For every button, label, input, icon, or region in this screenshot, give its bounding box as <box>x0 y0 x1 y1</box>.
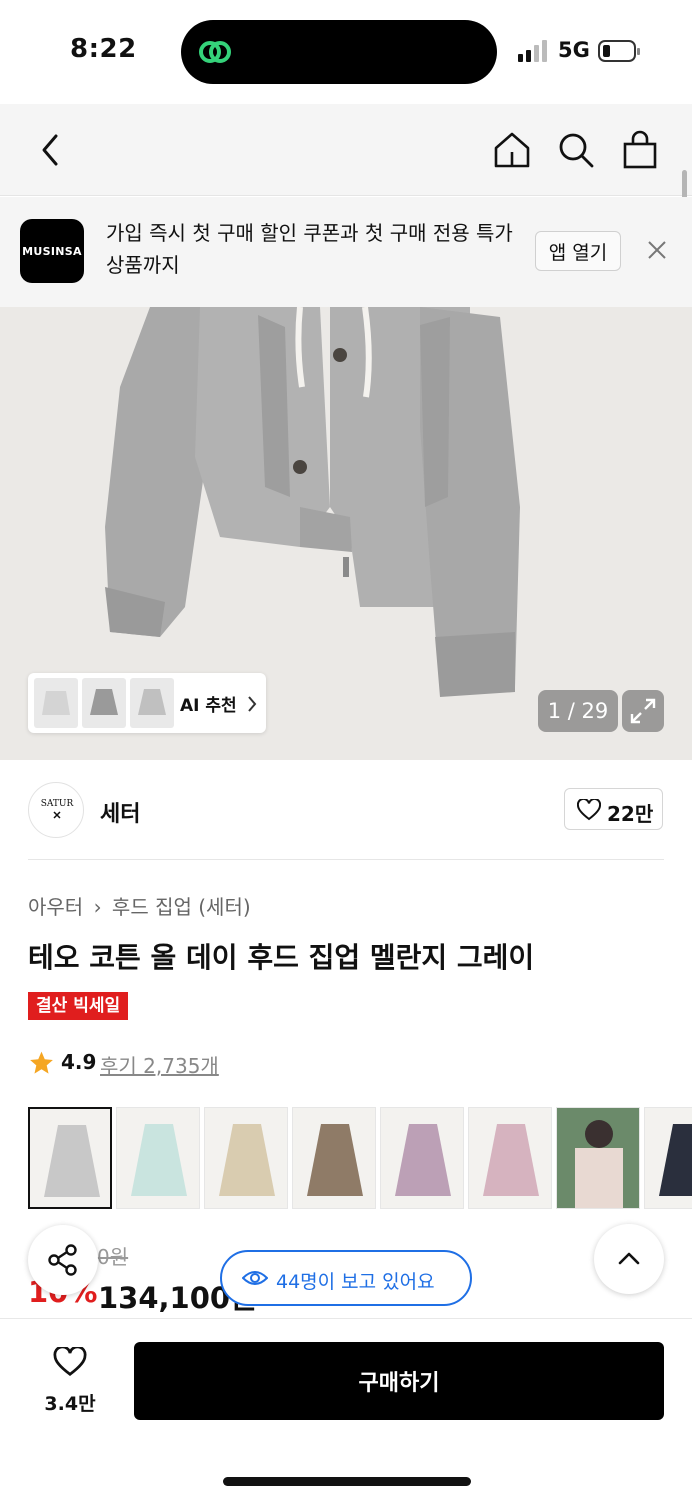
share-button[interactable] <box>28 1225 98 1295</box>
swatch-option[interactable] <box>28 1107 112 1209</box>
banner-text: 가입 즉시 첫 구매 할인 쿠폰과 첫 구매 전용 특가 상품까지 <box>106 221 513 277</box>
home-indicator <box>223 1477 471 1486</box>
swatch-option[interactable] <box>292 1107 376 1209</box>
chevron-right-icon: › <box>93 895 102 919</box>
sale-badge: 결산 빅세일 <box>28 992 129 1020</box>
heart-icon <box>577 799 601 821</box>
divider <box>28 859 664 860</box>
breadcrumb-category[interactable]: 아우터 <box>28 895 83 919</box>
rating-score: 4.9 <box>61 1050 97 1074</box>
heart-icon <box>53 1347 87 1376</box>
original-price: 0원 <box>97 1245 129 1269</box>
scroll-top-button[interactable] <box>594 1224 664 1294</box>
product-image-gallery[interactable]: AI 추천 1 / 29 <box>0 307 692 760</box>
hoodie-thumb-icon <box>138 689 166 715</box>
swatch-option[interactable] <box>116 1107 200 1209</box>
brand-like-count: 22만 <box>607 802 654 826</box>
viewer-count-badge: 44명이 보고 있어요 <box>220 1250 472 1306</box>
home-icon[interactable] <box>492 130 532 170</box>
top-nav <box>0 104 692 196</box>
star-icon <box>30 1051 53 1074</box>
back-icon[interactable] <box>38 130 62 170</box>
network-label: 5G <box>558 38 590 62</box>
swatch-option[interactable] <box>556 1107 640 1209</box>
share-icon <box>48 1244 77 1276</box>
open-app-button[interactable]: 앱 열기 <box>535 231 621 271</box>
buy-button[interactable]: 구매하기 <box>134 1342 664 1420</box>
brand-logo[interactable]: SATUR ✕ <box>28 782 84 838</box>
status-time: 8:22 <box>70 34 137 64</box>
viewer-count-text: 44명이 보고 있어요 <box>276 1271 435 1293</box>
jacket-thumb-icon <box>42 691 70 715</box>
color-options <box>28 1107 692 1209</box>
ai-recommend-chip[interactable]: AI 추천 <box>28 673 266 733</box>
product-title: 테오 코튼 올 데이 후드 집업 멜란지 그레이 <box>28 941 535 974</box>
swatch-option[interactable] <box>644 1107 692 1209</box>
swatch-option[interactable] <box>204 1107 288 1209</box>
cart-icon[interactable] <box>620 130 660 170</box>
hoodie-thumb-icon <box>90 689 118 715</box>
signal-icon <box>518 40 547 62</box>
battery-icon <box>598 40 640 62</box>
wishlist-count: 3.4만 <box>44 1393 96 1415</box>
breadcrumb-subcategory[interactable]: 후드 집업 (세터) <box>112 895 251 919</box>
expand-icon[interactable] <box>622 690 664 732</box>
breadcrumb: 아우터 › 후드 집업 (세터) <box>28 891 251 920</box>
swatch-option[interactable] <box>380 1107 464 1209</box>
musinsa-logo: MUSINSA <box>20 219 84 283</box>
app-install-banner: MUSINSA 가입 즉시 첫 구매 할인 쿠폰과 첫 구매 전용 특가 상품까… <box>0 197 692 307</box>
eye-icon <box>242 1271 268 1285</box>
brand-name[interactable]: 세터 <box>100 796 140 828</box>
bottom-action-bar: 3.4만 구매하기 <box>0 1318 692 1500</box>
ai-recommend-label: AI 추천 <box>180 696 237 716</box>
chevron-up-icon <box>618 1252 640 1265</box>
image-counter: 1 / 29 <box>538 690 618 732</box>
dynamic-island <box>181 20 497 84</box>
brand-logo-mark: ✕ <box>52 809 62 822</box>
search-icon[interactable] <box>556 130 596 170</box>
status-bar: 8:22 5G <box>0 0 692 104</box>
swatch-option[interactable] <box>468 1107 552 1209</box>
wishlist-button[interactable]: 3.4만 <box>30 1345 110 1415</box>
brand-like-button[interactable]: 22만 <box>564 788 663 830</box>
review-count-link[interactable]: 후기 2,735개 <box>100 1050 219 1079</box>
chevron-right-icon <box>248 696 257 712</box>
link-app-icon <box>199 41 231 63</box>
close-icon[interactable] <box>646 239 668 261</box>
